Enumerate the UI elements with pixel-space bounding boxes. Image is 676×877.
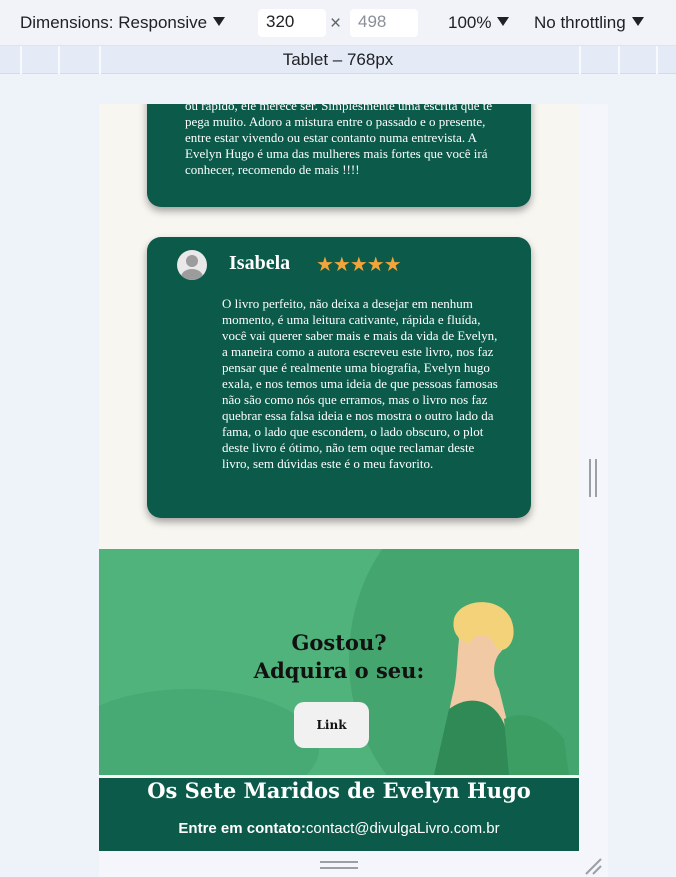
purchase-banner: Gostou? Adquira o seu: Link [99,549,579,775]
devtools-device-toolbar: Dimensions: Responsive 320 × 498 100% No… [0,0,676,46]
page-viewport: ou rápido, ele merece ser. Simplesmente … [99,104,579,851]
footer-contact: Entre em contato:contact@divulgaLivro.co… [99,820,579,837]
review-card: Isabela ★★★★★ O livro perfeito, não deix… [147,237,531,518]
dimensions-dropdown[interactable]: Dimensions: Responsive [20,13,226,33]
width-input[interactable]: 320 [258,9,326,37]
zoom-dropdown[interactable]: 100% [448,13,510,33]
chevron-down-icon [631,17,644,26]
banner-illustration-sofa [99,689,319,775]
review-card: ou rápido, ele merece ser. Simplesmente … [147,104,531,207]
chevron-down-icon [497,17,510,26]
corner-resize-icon[interactable] [584,857,602,875]
footer-title: Os Sete Maridos de Evelyn Hugo [147,778,531,803]
review-text: O livro perfeito, não deixa a desejar em… [222,296,498,471]
chevron-down-icon [213,17,226,26]
contact-email[interactable]: contact@divulgaLivro.com.br [306,820,500,837]
zoom-label: 100% [448,13,492,32]
link-button[interactable]: Link [294,702,369,748]
throttling-label: No throttling [534,13,626,32]
banner-title-line: Adquira o seu: [253,658,425,683]
woman-illustration [434,602,569,775]
footer: Os Sete Maridos de Evelyn Hugo Entre em … [99,778,579,851]
throttling-dropdown[interactable]: No throttling [534,13,644,33]
review-text: ou rápido, ele merece ser. Simplesmente … [185,104,493,177]
vertical-resize-handle[interactable] [320,861,358,869]
dimensions-label: Dimensions: Responsive [20,13,208,32]
contact-label: Entre em contato: [178,820,306,837]
reviewer-name: Isabela [229,252,291,274]
height-input[interactable]: 498 [350,9,418,37]
star-rating: ★★★★★ [316,254,402,276]
horizontal-resize-handle[interactable] [589,459,597,497]
media-query-label: Tablet – 768px [282,50,394,69]
banner-title: Gostou? Adquira o seu: [239,629,439,685]
media-query-bar[interactable]: Tablet – 768px [0,46,676,74]
banner-title-line: Gostou? [291,630,387,655]
avatar-icon [177,250,207,280]
times-separator: × [330,13,342,34]
